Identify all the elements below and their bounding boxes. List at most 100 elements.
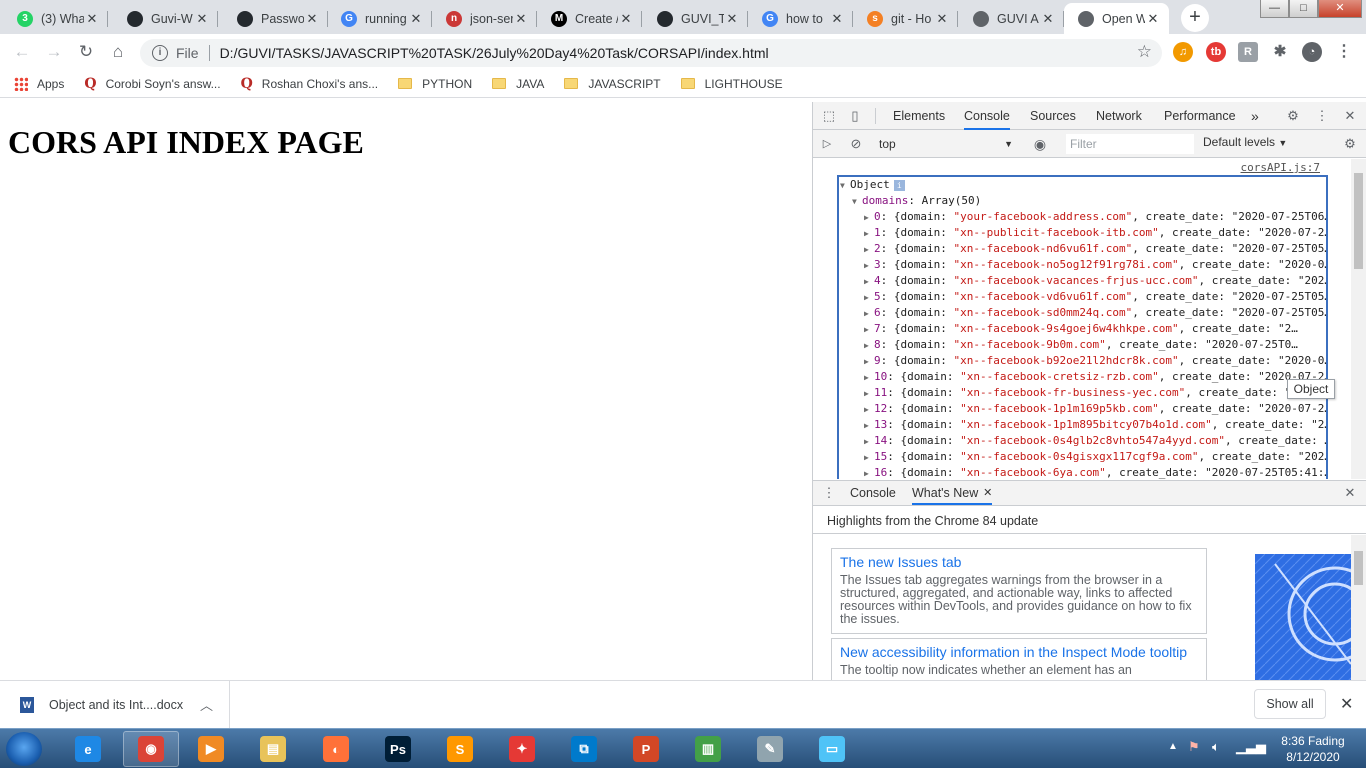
- array-entry-row[interactable]: ▶ 11: {domain: "xn--facebook-fr-business-…: [864, 385, 1326, 402]
- reload-icon[interactable]: ↻: [74, 41, 98, 65]
- browser-tab[interactable]: Grunning ✕: [327, 3, 432, 34]
- triangle-collapsed-icon[interactable]: ▶: [864, 466, 874, 479]
- triangle-collapsed-icon[interactable]: ▶: [864, 290, 874, 306]
- bookmark-item[interactable]: Apps: [14, 76, 64, 91]
- forward-arrow-icon[interactable]: →: [42, 41, 66, 65]
- whats-new-card[interactable]: The new Issues tab The Issues tab aggreg…: [831, 548, 1207, 634]
- device-toolbar-icon[interactable]: ▯: [847, 108, 863, 124]
- close-window-button[interactable]: ✕: [1318, 0, 1362, 18]
- bookmark-folder[interactable]: JAVA: [492, 77, 544, 91]
- array-entry-row[interactable]: ▶ 4: {domain: "xn--facebook-vacances-frju…: [864, 273, 1326, 290]
- triangle-collapsed-icon[interactable]: ▶: [864, 242, 874, 258]
- triangle-collapsed-icon[interactable]: ▶: [864, 402, 874, 418]
- triangle-collapsed-icon[interactable]: ▶: [864, 386, 874, 402]
- bookmark-folder[interactable]: LIGHTHOUSE: [680, 77, 783, 91]
- close-tab-icon[interactable]: ✕: [513, 11, 529, 27]
- powerpoint-viewer-taskbar-button[interactable]: P: [618, 731, 674, 767]
- triangle-expanded-icon[interactable]: ▼: [852, 194, 862, 210]
- close-tab-icon[interactable]: ✕: [408, 11, 424, 27]
- chrome-canary-taskbar-button[interactable]: ✦: [494, 731, 550, 767]
- tab-network[interactable]: Network: [1096, 102, 1142, 130]
- card-title[interactable]: The new Issues tab: [840, 554, 1198, 570]
- tray-expand-icon[interactable]: ▲: [1168, 741, 1178, 752]
- sidebar-toggle-icon[interactable]: ▷: [819, 136, 835, 152]
- profile-avatar[interactable]: ◔: [1302, 42, 1322, 62]
- log-levels-select[interactable]: Default levels ▼: [1203, 135, 1287, 149]
- extension-icon[interactable]: tb: [1206, 42, 1226, 62]
- triangle-collapsed-icon[interactable]: ▶: [864, 274, 874, 290]
- drawer-tab-whats-new[interactable]: What's New ✕: [912, 481, 993, 505]
- home-icon[interactable]: ⌂: [106, 41, 130, 65]
- browser-tab[interactable]: Guvi-W ✕: [113, 3, 218, 34]
- bookmark-item[interactable]: Q Roshan Choxi's ans...: [241, 76, 379, 92]
- triangle-collapsed-icon[interactable]: ▶: [864, 322, 874, 338]
- array-entry-row[interactable]: ▶ 9: {domain: "xn--facebook-b92oe21l2hdcr…: [864, 353, 1326, 370]
- ie-taskbar-button[interactable]: e: [60, 731, 116, 767]
- firefox-taskbar-button[interactable]: ◐: [308, 731, 364, 767]
- console-scrollbar[interactable]: [1351, 159, 1366, 479]
- browser-tab[interactable]: M Create / ✕: [537, 3, 642, 34]
- start-button[interactable]: [6, 732, 42, 766]
- puzzle-extensions-icon[interactable]: ✱: [1270, 42, 1290, 62]
- browser-tab[interactable]: 3 (3) WhatsApp✕: [3, 3, 108, 34]
- object-root-row[interactable]: ▼ Object i: [840, 177, 905, 193]
- maximize-button[interactable]: □: [1289, 0, 1318, 18]
- array-entry-row[interactable]: ▶ 10: {domain: "xn--facebook-cretsiz-rzb.…: [864, 369, 1326, 385]
- close-tab-icon[interactable]: ✕: [194, 11, 210, 27]
- tab-sources[interactable]: Sources: [1030, 102, 1076, 130]
- triangle-collapsed-icon[interactable]: ▶: [864, 210, 874, 226]
- close-devtools-icon[interactable]: ✕: [1342, 108, 1358, 124]
- browser-tab[interactable]: Passwor✕: [223, 3, 328, 34]
- triangle-collapsed-icon[interactable]: ▶: [864, 306, 874, 322]
- close-tab-icon[interactable]: ✕: [84, 11, 100, 27]
- bookmark-folder[interactable]: JAVASCRIPT: [564, 77, 661, 91]
- tab-performance[interactable]: Performance: [1164, 102, 1236, 130]
- close-tab-icon[interactable]: ✕: [1040, 11, 1056, 27]
- triangle-collapsed-icon[interactable]: ▶: [864, 418, 874, 434]
- domains-row[interactable]: ▼ domains: Array(50): [852, 193, 981, 209]
- bookmark-star-icon[interactable]: ☆: [1137, 42, 1152, 62]
- triangle-collapsed-icon[interactable]: ▶: [864, 354, 874, 370]
- triangle-collapsed-icon[interactable]: ▶: [864, 226, 874, 242]
- browser-tab[interactable]: n json-ser ✕: [432, 3, 537, 34]
- sublime-text-taskbar-button[interactable]: S: [432, 731, 488, 767]
- array-entry-row[interactable]: ▶ 7: {domain: "xn--facebook-9s4goej6w4khk…: [864, 321, 1298, 337]
- triangle-collapsed-icon[interactable]: ▶: [864, 450, 874, 466]
- close-tab-icon[interactable]: ✕: [1145, 11, 1161, 27]
- back-arrow-icon[interactable]: ←: [10, 41, 34, 65]
- eye-icon[interactable]: ◉: [1032, 136, 1048, 152]
- triangle-collapsed-icon[interactable]: ▶: [864, 258, 874, 274]
- taskbar-clock[interactable]: 8:36 Fading 8/12/2020: [1268, 733, 1358, 765]
- url-text[interactable]: D:/GUVI/TASKS/JAVASCRIPT%20TASK/26July%2…: [220, 45, 769, 61]
- monitor-app-taskbar-button[interactable]: ▥: [680, 731, 736, 767]
- chevron-up-icon[interactable]: ︿: [200, 695, 213, 714]
- vscode-taskbar-button[interactable]: ⧉: [556, 731, 612, 767]
- extension-icon[interactable]: ♫: [1173, 42, 1193, 62]
- scrollbar-thumb[interactable]: [1354, 173, 1363, 269]
- card-title[interactable]: New accessibility information in the Ins…: [840, 644, 1198, 660]
- photoshop-taskbar-button[interactable]: Ps: [370, 731, 426, 767]
- browser-tab[interactable]: GUVI A ✕: [959, 3, 1064, 34]
- array-entry-row[interactable]: ▶ 6: {domain: "xn--facebook-sd0mm24q.com"…: [864, 305, 1326, 322]
- notepad-taskbar-button[interactable]: ▭: [804, 731, 860, 767]
- download-item[interactable]: W Object and its Int....docx ︿: [0, 681, 230, 728]
- settings-gear-icon[interactable]: ⚙: [1285, 108, 1301, 124]
- minimize-button[interactable]: —: [1260, 0, 1289, 18]
- browser-tab[interactable]: s git - Ho ✕: [853, 3, 958, 34]
- address-bar[interactable]: i File D:/GUVI/TASKS/JAVASCRIPT%20TASK/2…: [140, 39, 1162, 67]
- array-entry-row[interactable]: ▶ 13: {domain: "xn--facebook-1p1m895bitcy…: [864, 417, 1326, 434]
- close-tab-icon[interactable]: ✕: [829, 11, 845, 27]
- array-entry-row[interactable]: ▶ 15: {domain: "xn--facebook-0s4gisxgx117…: [864, 449, 1326, 466]
- drawer-tab-console[interactable]: Console: [850, 481, 896, 505]
- media-player-taskbar-button[interactable]: ▶: [183, 731, 239, 767]
- chrome-taskbar-button[interactable]: ◉: [123, 731, 179, 767]
- clear-console-icon[interactable]: ⊘: [848, 136, 864, 152]
- action-center-icon[interactable]: ⚑: [1188, 739, 1200, 755]
- drawer-menu-icon[interactable]: ⋮: [821, 485, 837, 501]
- console-settings-icon[interactable]: ⚙: [1342, 136, 1358, 152]
- kebab-menu-icon[interactable]: ⋮: [1314, 108, 1330, 124]
- array-entry-row[interactable]: ▶ 12: {domain: "xn--facebook-1p1m169p5kb.…: [864, 401, 1326, 418]
- volume-icon[interactable]: 🔈︎: [1212, 739, 1220, 755]
- browser-tab[interactable]: Ghow to ✕: [748, 3, 853, 34]
- show-all-button[interactable]: Show all: [1254, 689, 1326, 719]
